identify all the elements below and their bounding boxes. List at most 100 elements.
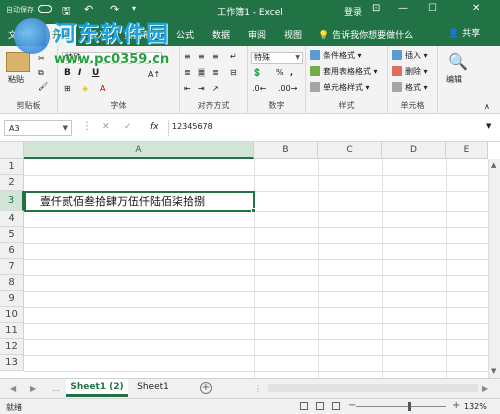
align-center-icon[interactable]: ≣: [198, 68, 205, 77]
next-sheet-icon[interactable]: ▶: [30, 384, 36, 393]
comma-button[interactable]: ,: [290, 68, 293, 77]
sheet-tab-sheet1[interactable]: Sheet1: [130, 379, 176, 397]
expand-formula-icon[interactable]: ▼: [486, 122, 491, 130]
cut-icon[interactable]: ✂: [38, 54, 45, 63]
percent-button[interactable]: %: [276, 68, 284, 77]
orientation-icon[interactable]: ↗: [212, 84, 219, 93]
add-sheet-button[interactable]: +: [200, 382, 212, 394]
customize-quick-access-icon[interactable]: ▾: [132, 4, 136, 13]
fill-handle[interactable]: [251, 208, 256, 213]
save-icon[interactable]: 🖫: [62, 4, 71, 21]
tab-data[interactable]: 数据: [212, 28, 230, 41]
insert-cells-button[interactable]: 插入 ▾: [392, 50, 428, 61]
increase-decimal-icon[interactable]: .0←: [252, 84, 266, 93]
format-painter-icon[interactable]: 🖌: [38, 82, 48, 91]
decrease-decimal-icon[interactable]: .00→: [278, 84, 297, 93]
tab-view[interactable]: 视图: [284, 28, 302, 41]
merge-center-icon[interactable]: ⊟: [230, 68, 237, 77]
select-all-button[interactable]: [0, 142, 24, 159]
row-header-10[interactable]: 10: [0, 307, 24, 323]
wrap-text-icon[interactable]: ↵: [230, 52, 237, 61]
column-header-e[interactable]: E: [446, 142, 488, 159]
zoom-level[interactable]: 132%: [464, 402, 487, 411]
tell-me-search[interactable]: 💡 告诉我你想要做什么: [318, 28, 413, 41]
delete-cells-button[interactable]: 删除 ▾: [392, 66, 428, 77]
vertical-scrollbar[interactable]: ▲ ▼: [488, 159, 500, 378]
column-header-c[interactable]: C: [318, 142, 382, 159]
row-header-11[interactable]: 11: [0, 323, 24, 339]
insert-function-button[interactable]: fx: [150, 122, 159, 132]
row-header-7[interactable]: 7: [0, 259, 24, 275]
row-header-12[interactable]: 12: [0, 339, 24, 355]
name-box[interactable]: A3 ▼: [4, 120, 72, 136]
redo-icon[interactable]: ↷: [110, 3, 119, 16]
row-header-9[interactable]: 9: [0, 291, 24, 307]
format-cells-button[interactable]: 格式 ▾: [392, 82, 428, 93]
bold-button[interactable]: B: [64, 68, 71, 78]
minimize-button[interactable]: —: [398, 3, 408, 14]
tabs-more-icon[interactable]: …: [52, 384, 60, 393]
row-header-4[interactable]: 4: [0, 211, 24, 227]
align-middle-icon[interactable]: ≡: [198, 52, 205, 61]
zoom-in-button[interactable]: +: [452, 400, 460, 411]
formula-input[interactable]: 12345678: [172, 122, 213, 131]
decrease-indent-icon[interactable]: ⇤: [184, 84, 191, 93]
row-header-6[interactable]: 6: [0, 243, 24, 259]
ribbon-display-icon[interactable]: ⊡: [372, 3, 380, 14]
zoom-slider-thumb[interactable]: [408, 402, 411, 411]
align-top-icon[interactable]: ≡: [184, 52, 191, 61]
cell-styles-button[interactable]: 单元格样式 ▾: [310, 82, 370, 93]
tabs-splitter-icon[interactable]: ⋮: [254, 384, 262, 393]
row-header-5[interactable]: 5: [0, 227, 24, 243]
font-name-select[interactable]: 特殊 ▼: [62, 52, 132, 64]
row-header-13[interactable]: 13: [0, 355, 24, 371]
increase-indent-icon[interactable]: ⇥: [198, 84, 205, 93]
copy-icon[interactable]: ⧉: [38, 68, 44, 78]
login-button[interactable]: 登录: [344, 5, 362, 18]
share-button[interactable]: 👤 共享: [448, 26, 480, 39]
undo-icon[interactable]: ↶: [84, 3, 93, 16]
page-break-view-icon[interactable]: [332, 402, 340, 410]
column-header-a[interactable]: A: [24, 142, 254, 159]
paste-icon[interactable]: [6, 52, 30, 72]
borders-icon[interactable]: ⊞: [64, 84, 71, 93]
tab-home[interactable]: 开始: [46, 24, 77, 46]
fill-color-icon[interactable]: ◈: [82, 84, 88, 93]
editing-group[interactable]: 🔍 编辑: [438, 46, 478, 114]
page-layout-view-icon[interactable]: [316, 402, 324, 410]
horizontal-scrollbar[interactable]: [268, 384, 478, 392]
row-header-2[interactable]: 2: [0, 175, 24, 191]
cancel-formula-button[interactable]: ✕: [102, 122, 110, 132]
format-as-table-button[interactable]: 套用表格格式 ▾: [310, 66, 378, 77]
tab-review[interactable]: 审阅: [248, 28, 266, 41]
scroll-up-icon[interactable]: ▲: [491, 161, 496, 169]
font-color-icon[interactable]: A: [100, 84, 105, 93]
worksheet-grid[interactable]: A B C D E 1 2 3 4 5 6 7 8 9 10 11 12 13 …: [0, 142, 500, 378]
number-format-select[interactable]: 特殊 ▼: [251, 52, 303, 64]
column-header-b[interactable]: B: [254, 142, 318, 159]
prev-sheet-icon[interactable]: ◀: [10, 384, 16, 393]
paste-button[interactable]: 粘贴: [8, 74, 24, 85]
tab-file[interactable]: 文件: [8, 28, 26, 41]
italic-button[interactable]: I: [78, 68, 81, 78]
autosave-toggle[interactable]: [38, 5, 52, 13]
increase-font-icon[interactable]: A↑: [148, 70, 160, 79]
row-header-3[interactable]: 3: [0, 191, 24, 211]
conditional-formatting-button[interactable]: 条件格式 ▾: [310, 50, 362, 61]
zoom-slider[interactable]: [356, 406, 446, 407]
accounting-format-icon[interactable]: 💲: [252, 68, 262, 77]
enter-formula-button[interactable]: ✓: [124, 122, 132, 132]
align-bottom-icon[interactable]: ≡: [212, 52, 219, 61]
tab-formulas[interactable]: 公式: [176, 28, 194, 41]
row-header-1[interactable]: 1: [0, 159, 24, 175]
font-size-select[interactable]: ▼: [136, 52, 162, 64]
cell-a3[interactable]: 壹仟贰佰叁拾肆万伍仟陆佰柒拾捌: [24, 191, 255, 212]
tab-page-layout[interactable]: 页面布局: [124, 28, 160, 41]
scroll-right-icon[interactable]: ▶: [482, 384, 488, 393]
normal-view-icon[interactable]: [300, 402, 308, 410]
close-button[interactable]: ✕: [472, 3, 480, 14]
align-left-icon[interactable]: ≣: [184, 68, 191, 77]
align-right-icon[interactable]: ≣: [212, 68, 219, 77]
sheet-tab-sheet1-2[interactable]: Sheet1 (2): [66, 379, 128, 397]
underline-button[interactable]: U: [92, 68, 99, 78]
